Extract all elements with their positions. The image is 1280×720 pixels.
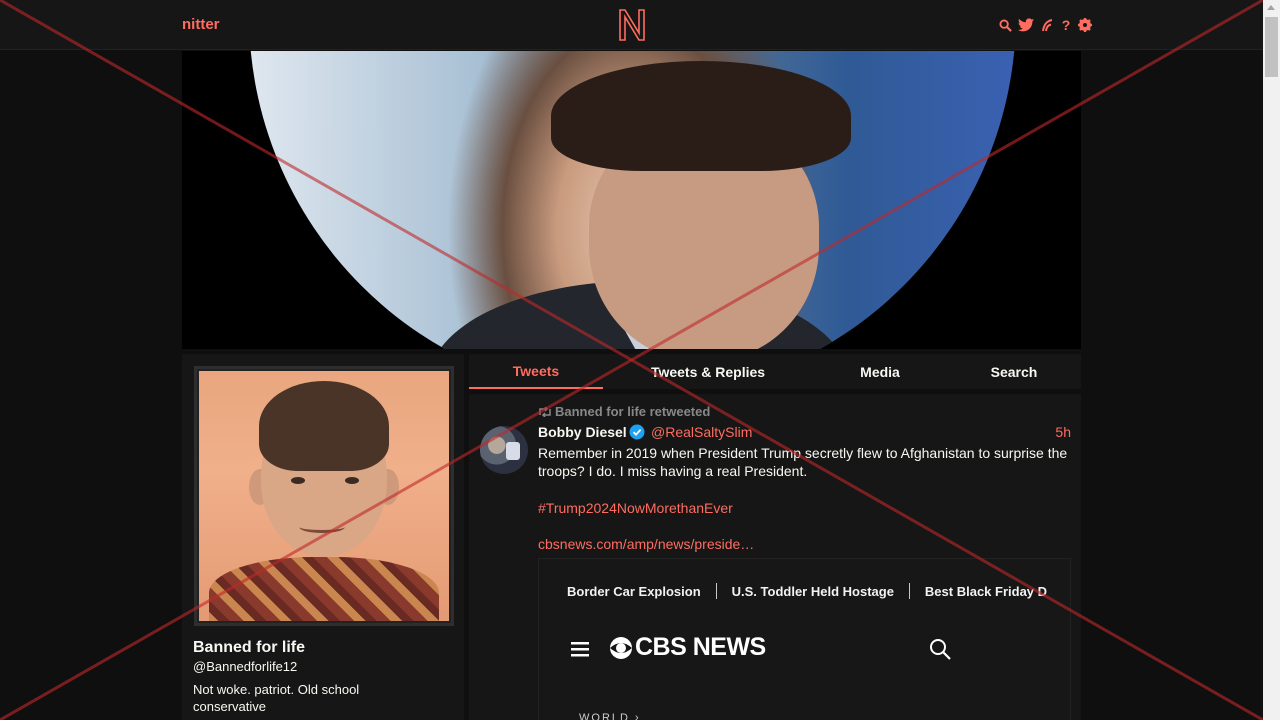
profile-banner[interactable] — [182, 51, 1081, 349]
card-nav-item: Best Black Friday D — [924, 583, 1048, 599]
retweet-header: Banned for life retweeted — [538, 404, 710, 419]
tab-search[interactable]: Search — [947, 354, 1081, 389]
card-search-icon — [930, 639, 951, 660]
tweet-username[interactable]: @RealSaltySlim — [651, 424, 752, 440]
profile-card: Banned for life @Bannedforlife12 Not wok… — [182, 354, 464, 720]
card-nav-divider — [908, 583, 910, 599]
bird-icon[interactable] — [1017, 16, 1035, 34]
rss-icon[interactable] — [1040, 16, 1054, 34]
banner-photo — [249, 51, 1016, 349]
tweet-avatar[interactable] — [480, 426, 528, 474]
avatar-hair — [259, 381, 389, 471]
banner-hair — [551, 61, 851, 171]
tweet[interactable]: Banned for life retweeted Bobby Diesel @… — [469, 394, 1081, 720]
tweet-link[interactable]: cbsnews.com/amp/news/preside… — [538, 536, 754, 552]
scrollbar[interactable] — [1263, 0, 1280, 720]
retweet-icon — [539, 406, 551, 417]
card-nav-item: Border Car Explosion — [567, 583, 701, 599]
avatar-eye-left — [291, 477, 305, 484]
cbs-news-text: CBS NEWS — [635, 633, 766, 661]
tab-media[interactable]: Media — [813, 354, 947, 389]
avatar[interactable] — [194, 366, 454, 626]
tab-tweets-replies[interactable]: Tweets & Replies — [603, 354, 813, 389]
scroll-up-arrow-icon[interactable] — [1267, 5, 1275, 10]
navbar: nitter ? — [0, 0, 1263, 50]
profile-username[interactable]: @Bannedforlife12 — [193, 659, 297, 674]
card-section-label: WORLD › — [579, 712, 641, 720]
tweet-hashtag[interactable]: #Trump2024NowMorethanEver — [538, 500, 733, 516]
profile-name[interactable]: Banned for life — [193, 639, 305, 657]
card-nav-divider — [715, 583, 717, 599]
tweet-date[interactable]: 5h — [1055, 424, 1071, 440]
gear-icon[interactable] — [1078, 16, 1092, 34]
help-icon[interactable]: ? — [1059, 16, 1073, 34]
timeline: Tweets Tweets & Replies Media Search Ban… — [469, 354, 1081, 720]
avatar-flag — [506, 442, 520, 460]
scroll-thumb[interactable] — [1265, 17, 1278, 77]
card-nav: Border Car Explosion U.S. Toddler Held H… — [567, 583, 1047, 599]
tweet-fullname[interactable]: Bobby Diesel — [538, 424, 627, 440]
tab-tweets[interactable]: Tweets — [469, 354, 603, 389]
tab-bar: Tweets Tweets & Replies Media Search — [469, 354, 1081, 389]
cbs-news-logo: CBS NEWS — [609, 633, 766, 662]
avatar-mouth — [299, 521, 345, 533]
link-card[interactable]: Border Car Explosion U.S. Toddler Held H… — [538, 558, 1071, 720]
verified-icon — [629, 424, 645, 440]
brand-link[interactable]: nitter — [182, 16, 220, 33]
nav-icons: ? — [998, 15, 1092, 35]
retweet-label: Banned for life retweeted — [555, 404, 711, 419]
card-nav-item: U.S. Toddler Held Hostage — [731, 583, 894, 599]
avatar-shirt — [209, 557, 439, 621]
tweet-text: Remember in 2019 when President Trump se… — [538, 445, 1068, 479]
search-icon[interactable] — [998, 16, 1012, 34]
profile-bio: Not woke. patriot. Old school conservati… — [193, 682, 360, 714]
cbs-eye-icon — [610, 636, 632, 659]
nitter-logo[interactable] — [616, 7, 648, 43]
avatar-eye-right — [345, 477, 359, 484]
avatar-image — [199, 371, 449, 621]
hamburger-icon — [571, 642, 589, 657]
